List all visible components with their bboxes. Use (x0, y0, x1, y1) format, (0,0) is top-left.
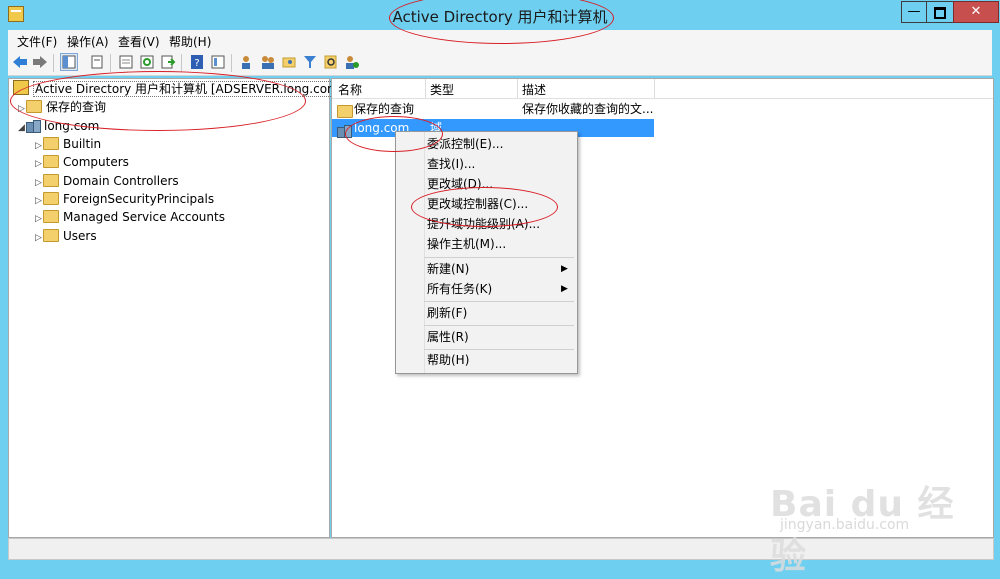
view-icon[interactable] (210, 54, 226, 70)
ou-folder-icon (43, 174, 59, 187)
menu-separator (424, 301, 574, 302)
toolbar-separator (231, 54, 232, 72)
watermark-url: jingyan.baidu.com (780, 517, 910, 533)
menu-item-help[interactable]: 帮助(H) (396, 350, 577, 370)
filter-icon[interactable] (302, 54, 318, 70)
show-tree-icon[interactable] (60, 53, 78, 71)
tree-item-label: Builtin (63, 137, 102, 151)
tree-item-builtin[interactable]: ▷ Builtin (35, 135, 101, 153)
column-header-type[interactable]: 类型 (430, 81, 454, 98)
column-divider[interactable] (654, 79, 655, 98)
menu-help[interactable]: 帮助(H) (169, 33, 211, 50)
menu-item-operations-masters[interactable]: 操作主机(M)... (396, 234, 577, 254)
export-icon[interactable] (160, 54, 176, 70)
annotation-ellipse (10, 71, 306, 131)
properties-icon[interactable] (118, 54, 134, 70)
tree-pane[interactable]: Active Directory 用户和计算机 [ADSERVER.long.c… (8, 78, 346, 538)
folder-icon (43, 155, 59, 168)
console-icon[interactable] (89, 54, 105, 70)
watermark: Bai du 经验 jingyan.baidu.com (760, 455, 990, 577)
tree-item-computers[interactable]: ▷ Computers (35, 153, 129, 171)
back-icon[interactable] (12, 54, 28, 70)
tree-item-managed-service-accounts[interactable]: ▷ Managed Service Accounts (35, 208, 225, 226)
svg-text:?: ? (194, 58, 199, 69)
delegate-icon[interactable] (344, 54, 360, 70)
menu-view[interactable]: 查看(V) (118, 33, 160, 50)
column-divider[interactable] (425, 79, 426, 98)
maximize-button[interactable] (926, 1, 954, 23)
refresh-icon[interactable] (139, 54, 155, 70)
menu-separator (424, 257, 574, 258)
tree-item-domain-controllers[interactable]: ▷ Domain Controllers (35, 172, 179, 190)
column-header-name[interactable]: 名称 (338, 81, 362, 98)
toolbar-separator (53, 54, 54, 72)
menu-separator (424, 325, 574, 326)
tree-item-label: Users (63, 229, 97, 243)
close-button[interactable]: ✕ (953, 1, 999, 23)
group-icon[interactable] (260, 54, 276, 70)
column-divider[interactable] (517, 79, 518, 98)
minimize-button[interactable]: — (901, 1, 927, 23)
list-cell-name: 保存的查询 (354, 102, 415, 116)
menu-item-all-tasks[interactable]: 所有任务(K) ▶ (396, 279, 577, 299)
folder-icon (337, 105, 353, 118)
expand-arrow-icon[interactable]: ▷ (35, 210, 43, 228)
list-header: 名称 类型 描述 (332, 79, 993, 99)
folder-icon (43, 229, 59, 242)
forward-icon[interactable] (32, 54, 48, 70)
folder-icon (43, 192, 59, 205)
menu-item-properties[interactable]: 属性(R) (396, 327, 577, 347)
folder-icon (43, 137, 59, 150)
list-row[interactable]: 保存的查询 保存你收藏的查询的文... (332, 100, 993, 118)
tree-item-label: ForeignSecurityPrincipals (63, 192, 215, 206)
find-icon[interactable] (323, 54, 339, 70)
context-menu: 委派控制(E)... 查找(I)... 更改域(D)... 更改域控制器(C).… (395, 131, 578, 374)
tree-item-label: Computers (63, 155, 129, 169)
close-icon: ✕ (970, 4, 982, 19)
domain-icon (26, 120, 41, 133)
ou-icon[interactable] (281, 54, 297, 70)
tree-item-foreign-security-principals[interactable]: ▷ ForeignSecurityPrincipals (35, 190, 214, 208)
maximize-icon (934, 7, 946, 19)
list-cell-description: 保存你收藏的查询的文... (522, 102, 654, 116)
toolbar-separator (181, 54, 182, 72)
tree-item-label: Managed Service Accounts (63, 210, 225, 224)
user-icon[interactable] (239, 54, 255, 70)
submenu-arrow-icon: ▶ (561, 284, 568, 294)
tree-item-label: Domain Controllers (63, 174, 179, 188)
minimize-icon: — (907, 4, 921, 19)
menu-file[interactable]: 文件(F) (17, 33, 57, 50)
menu-item-find[interactable]: 查找(I)... (396, 154, 577, 174)
menu-action[interactable]: 操作(A) (67, 33, 109, 50)
annotation-ellipse (411, 187, 558, 227)
column-header-description[interactable]: 描述 (522, 81, 546, 98)
menu-item-refresh[interactable]: 刷新(F) (396, 303, 577, 323)
expand-arrow-icon[interactable]: ▷ (35, 155, 43, 173)
folder-icon (43, 210, 59, 223)
menu-item-new[interactable]: 新建(N) ▶ (396, 259, 577, 279)
expand-arrow-icon[interactable]: ▷ (35, 229, 43, 247)
submenu-arrow-icon: ▶ (561, 264, 568, 274)
toolbar-separator (110, 54, 111, 72)
help-icon[interactable]: ? (189, 54, 205, 70)
tree-item-users[interactable]: ▷ Users (35, 227, 97, 245)
annotation-ellipse (345, 116, 443, 152)
collapse-arrow-icon[interactable]: ◢ (18, 119, 26, 137)
